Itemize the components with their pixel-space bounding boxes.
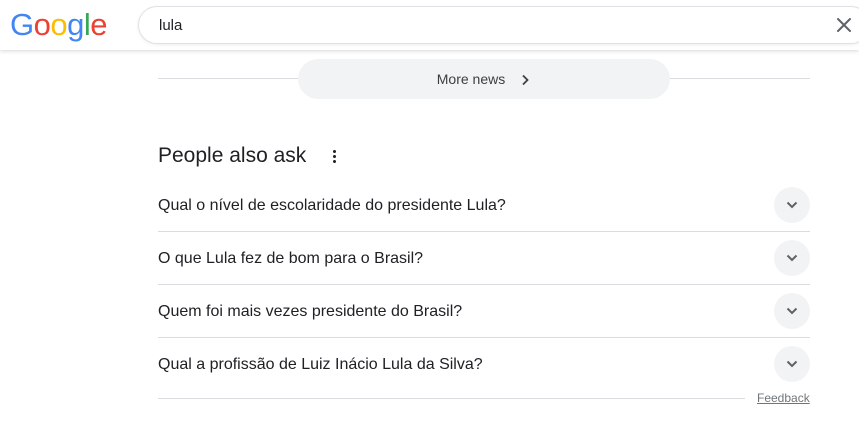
logo-letter: G bbox=[10, 7, 34, 42]
close-icon[interactable] bbox=[833, 14, 855, 36]
question-text: Qual o nível de escolaridade do presiden… bbox=[158, 197, 506, 214]
more-news-label: More news bbox=[436, 71, 506, 87]
question-row[interactable]: Qual o nível de escolaridade do presiden… bbox=[158, 179, 810, 232]
question-text: O que Lula fez de bom para o Brasil? bbox=[158, 250, 424, 267]
chevron-down-icon[interactable] bbox=[774, 346, 810, 382]
question-row[interactable]: O que Lula fez de bom para o Brasil? bbox=[158, 232, 810, 285]
chevron-down-icon[interactable] bbox=[774, 240, 810, 276]
more-news-button[interactable]: More news bbox=[298, 59, 670, 99]
search-input[interactable] bbox=[159, 7, 799, 43]
question-row[interactable]: Quem foi mais vezes presidente do Brasil… bbox=[158, 285, 810, 338]
feedback-link[interactable]: Feedback bbox=[757, 391, 810, 405]
logo-letter: o bbox=[33, 7, 51, 42]
search-header: Google bbox=[0, 0, 859, 50]
chevron-down-icon[interactable] bbox=[774, 293, 810, 329]
section-title: People also ask bbox=[158, 144, 307, 167]
question-row[interactable]: Qual a profissão de Luiz Inácio Lula da … bbox=[158, 338, 810, 391]
google-logo[interactable]: Google bbox=[10, 6, 108, 44]
chevron-down-icon[interactable] bbox=[774, 187, 810, 223]
more-vert-icon[interactable] bbox=[328, 148, 340, 168]
divider bbox=[158, 398, 745, 399]
question-text: Qual a profissão de Luiz Inácio Lula da … bbox=[158, 356, 483, 373]
chevron-right-icon bbox=[519, 73, 531, 86]
question-text: Quem foi mais vezes presidente do Brasil… bbox=[158, 303, 463, 320]
logo-letter: e bbox=[90, 7, 108, 42]
logo-letter: g bbox=[67, 7, 84, 42]
logo-letter: o bbox=[50, 7, 68, 42]
search-box bbox=[138, 6, 859, 44]
